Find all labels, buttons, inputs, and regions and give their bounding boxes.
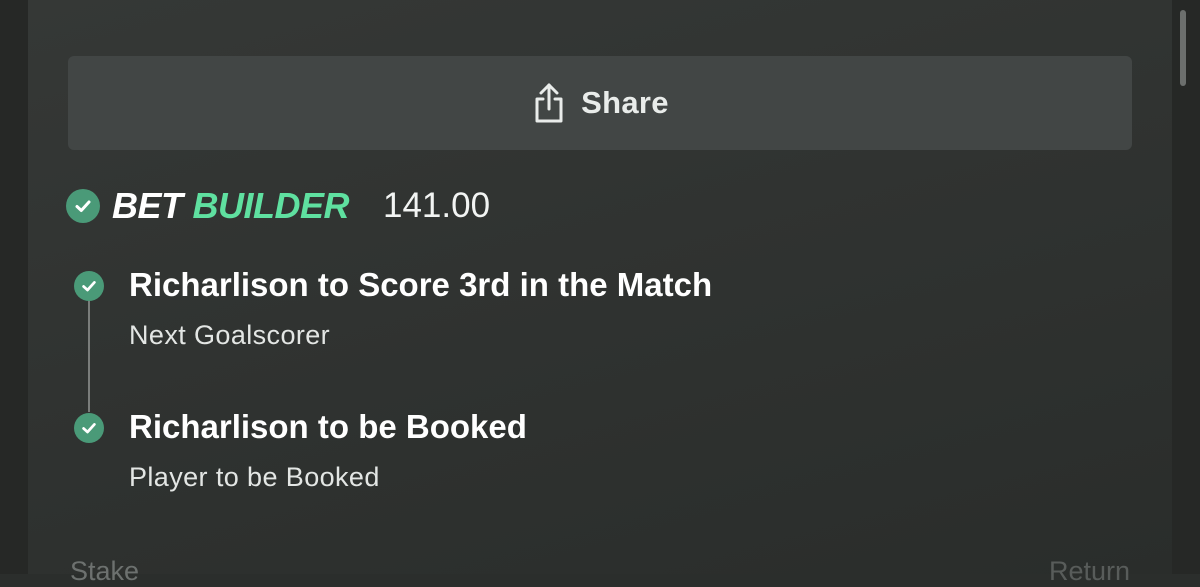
- selection-title: Richarlison to be Booked: [129, 408, 527, 445]
- selection-market: Next Goalscorer: [129, 320, 331, 350]
- bet-odds: 141.00: [383, 186, 491, 225]
- bet-builder-logo-builder: BUILDER: [192, 185, 350, 226]
- selection-title: Richarlison to Score 3rd in the Match: [129, 266, 713, 303]
- scrollbar-thumb[interactable]: [1180, 10, 1186, 86]
- bet-panel: Share BET BUILDER 141.00 Richarlison to …: [28, 0, 1172, 586]
- return-label: Return: [1048, 556, 1130, 586]
- check-icon: [66, 189, 100, 223]
- share-icon: [531, 81, 567, 125]
- selection-market: Player to be Booked: [129, 462, 380, 492]
- check-icon: [74, 271, 104, 301]
- share-label: Share: [581, 85, 669, 120]
- share-button[interactable]: Share: [68, 56, 1132, 150]
- bet-builder-logo-bet: BET: [112, 185, 183, 226]
- right-edge: [1172, 0, 1200, 574]
- selection-connector-line: [88, 300, 90, 412]
- bet-builder-header: BET BUILDER 141.00: [66, 185, 491, 226]
- check-icon: [74, 413, 104, 443]
- left-edge: [0, 0, 28, 574]
- stake-label: Stake: [70, 556, 140, 586]
